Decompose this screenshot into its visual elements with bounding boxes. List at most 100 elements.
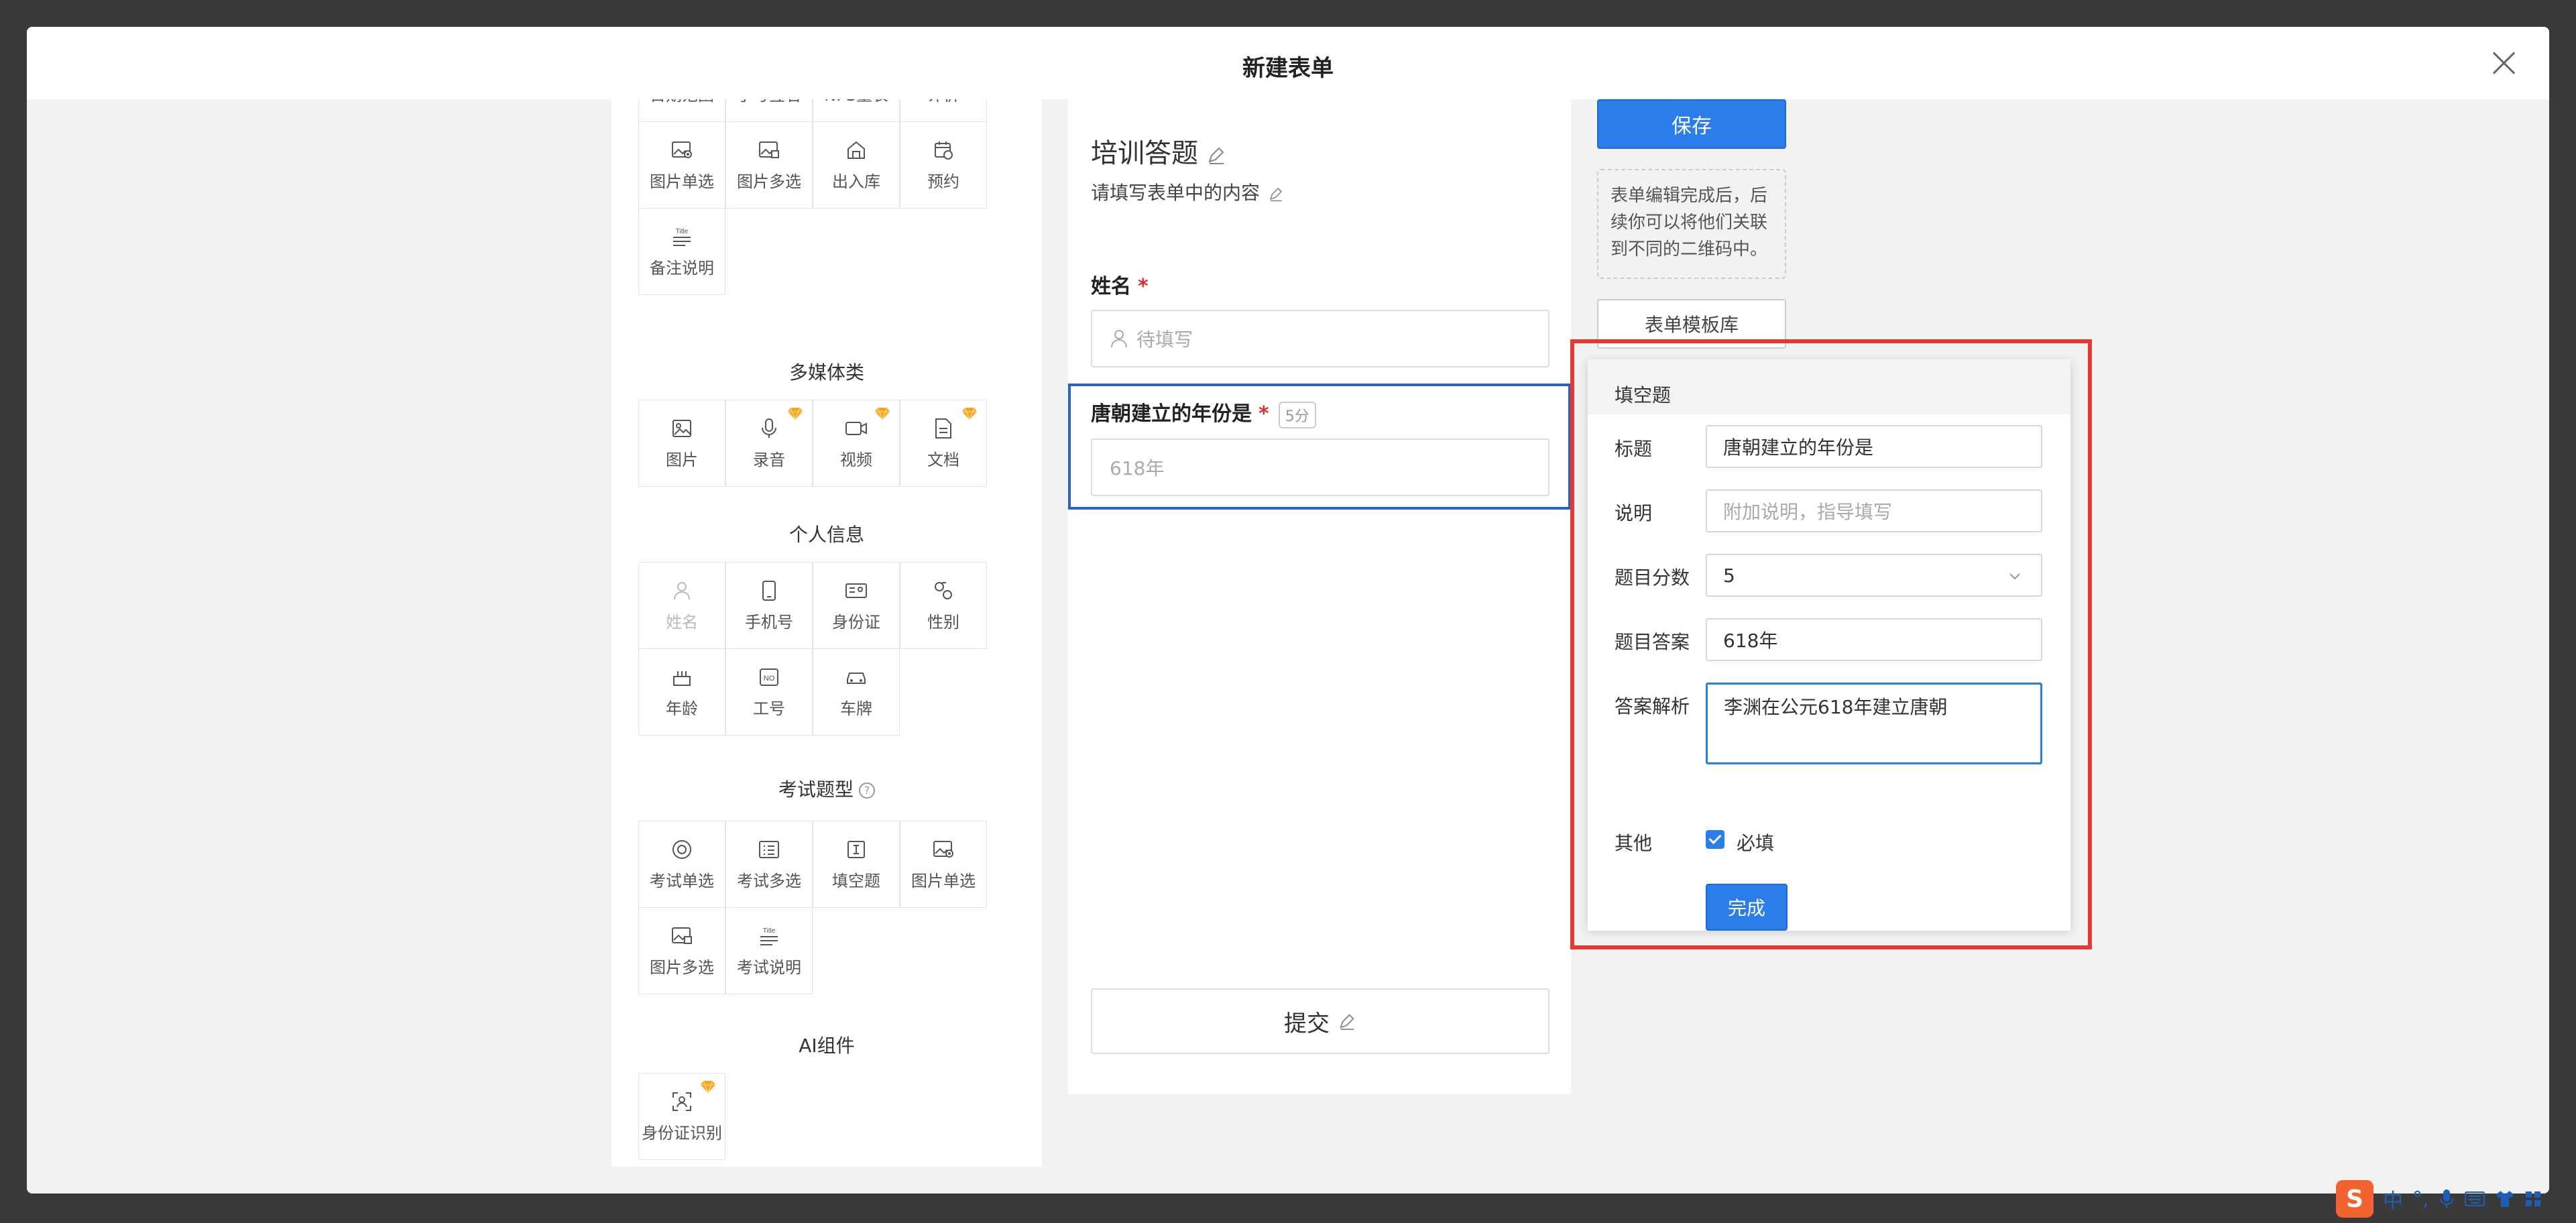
skin-shirt-icon[interactable] <box>2495 1189 2515 1208</box>
section-title-multimedia: 多媒体类 <box>788 361 864 384</box>
question-properties-panel: 填空题 标题 唐朝建立的年份是 说明 附加说明，指导填写 题目分数 5 题目答案… <box>1588 359 2070 931</box>
svg-text:Title: Title <box>763 927 776 935</box>
text-cursor-icon <box>845 838 868 861</box>
answer-input[interactable]: 618年 <box>1706 618 2042 661</box>
analysis-textarea[interactable]: 李渊在公元618年建立唐朝 <box>1706 683 2042 764</box>
palette-grid-personal: 姓名 手机号 身份证 性别 年龄 NO 工号 车牌 <box>638 562 987 736</box>
palette-item-signature[interactable]: 手写签名 <box>725 99 813 122</box>
image-icon <box>670 417 693 440</box>
score-badge: 5分 <box>1278 401 1316 428</box>
cake-icon <box>670 666 693 689</box>
svg-text:NO: NO <box>764 675 775 683</box>
ime-toolbar: S 中 °, <box>2336 1179 2542 1219</box>
form-canvas: 培训答题 请填写表单中的内容 姓名 * 待填写 唐朝建立的年份是 * 5分 618年 … <box>1068 99 1571 1094</box>
palette-item-phone[interactable]: 手机号 <box>725 562 813 649</box>
checklist-icon <box>758 838 780 861</box>
answer-label: 题目答案 <box>1615 631 1690 653</box>
question-label-name: 姓名 * <box>1091 275 1149 298</box>
image-checkbox-icon <box>670 925 693 947</box>
palette-item-image-single[interactable]: 图片单选 <box>638 121 725 209</box>
score-select[interactable]: 5 <box>1706 554 2042 597</box>
car-icon <box>845 666 868 689</box>
id-card-icon <box>845 579 868 602</box>
title-label: 标题 <box>1615 438 1653 460</box>
palette-item-exam-note[interactable]: Title 考试说明 <box>725 907 813 994</box>
save-button[interactable]: 保存 <box>1597 99 1786 149</box>
chevron-down-icon <box>2009 573 2020 580</box>
submit-button[interactable]: 提交 <box>1091 988 1549 1054</box>
ime-lang[interactable]: 中 <box>2383 1184 2403 1214</box>
palette-item-document[interactable]: 文档 <box>900 400 987 487</box>
score-label: 题目分数 <box>1615 567 1690 589</box>
name-field[interactable]: 待填写 <box>1091 310 1549 367</box>
palette-item-rating[interactable]: 评价 <box>900 99 987 122</box>
question-label-tang: 唐朝建立的年份是 * 5分 <box>1091 397 1316 428</box>
form-subtitle[interactable]: 请填写表单中的内容 <box>1091 178 1284 205</box>
ime-punctuation[interactable]: °, <box>2412 1187 2429 1211</box>
video-icon <box>845 417 868 440</box>
palette-item-fill-blank[interactable]: 填空题 <box>813 821 900 908</box>
microphone-icon[interactable] <box>2439 1188 2455 1210</box>
title-text-icon: Title <box>670 225 693 248</box>
required-checkbox[interactable] <box>1706 830 1724 849</box>
edit-pencil-icon[interactable] <box>1338 1012 1356 1031</box>
palette-item-nps[interactable]: NPS量表 <box>813 99 900 122</box>
close-icon[interactable] <box>2487 47 2520 79</box>
palette-item-employee-id[interactable]: NO 工号 <box>725 648 813 736</box>
modal-title: 新建表单 <box>1242 55 1334 82</box>
palette-item-image[interactable]: 图片 <box>638 400 725 487</box>
palette-item-gender[interactable]: 性别 <box>900 562 987 649</box>
image-radio-icon <box>670 139 693 162</box>
image-radio-icon <box>932 838 955 861</box>
palette-item-note[interactable]: Title 备注说明 <box>638 208 725 295</box>
palette-item-exam-image-multi[interactable]: 图片多选 <box>638 907 725 994</box>
edit-pencil-icon[interactable] <box>1206 145 1226 165</box>
palette-item-plate[interactable]: 车牌 <box>813 648 900 736</box>
palette-item-age[interactable]: 年龄 <box>638 648 725 736</box>
warehouse-icon <box>845 139 868 162</box>
palette-item-video[interactable]: 视频 <box>813 400 900 487</box>
document-icon <box>932 417 955 440</box>
title-text-icon: Title <box>758 925 780 947</box>
image-checkbox-icon <box>758 139 780 162</box>
help-icon[interactable]: ? <box>859 782 875 799</box>
palette-item-id-card[interactable]: 身份证 <box>813 562 900 649</box>
done-button[interactable]: 完成 <box>1706 884 1788 931</box>
description-input[interactable]: 附加说明，指导填写 <box>1706 489 2042 532</box>
title-input[interactable]: 唐朝建立的年份是 <box>1706 425 2042 468</box>
person-icon <box>670 579 693 602</box>
palette-item-id-ocr[interactable]: 身份证识别 <box>638 1073 725 1160</box>
form-title[interactable]: 培训答题 <box>1091 131 1226 170</box>
keyboard-icon[interactable] <box>2464 1190 2485 1208</box>
badge-no-icon: NO <box>758 666 780 689</box>
palette-item-exam-multi[interactable]: 考试多选 <box>725 821 813 908</box>
microphone-icon <box>758 417 780 440</box>
palette-grid-multimedia: 图片 录音 视频 文档 <box>638 400 987 487</box>
premium-gem-icon <box>875 407 890 420</box>
radio-icon <box>670 838 693 861</box>
palette-item-image-multi[interactable]: 图片多选 <box>725 121 813 209</box>
svg-text:Title: Title <box>676 228 689 235</box>
premium-gem-icon <box>701 1080 715 1094</box>
palette-item-exam-single[interactable]: 考试单选 <box>638 821 725 908</box>
palette-item-date-range[interactable]: 日期范围 <box>638 99 725 122</box>
component-palette: 日期范围 手写签名 NPS量表 评价 图片单选 图片多选 出入库 预约 Titl… <box>611 99 1042 1167</box>
palette-grid-ai: 身份证识别 <box>638 1073 987 1160</box>
modal-header: 新建表单 <box>27 27 2549 99</box>
description-label: 说明 <box>1615 502 1653 524</box>
person-icon <box>1111 330 1127 348</box>
palette-item-exam-image-single[interactable]: 图片单选 <box>900 821 987 908</box>
edit-pencil-icon[interactable] <box>1268 186 1284 202</box>
palette-item-booking[interactable]: 预约 <box>900 121 987 209</box>
palette-item-name: 姓名 <box>638 562 725 649</box>
palette-item-inventory[interactable]: 出入库 <box>813 121 900 209</box>
calendar-clock-icon <box>932 139 955 162</box>
answer-field[interactable]: 618年 <box>1091 439 1549 496</box>
sogou-logo-icon[interactable]: S <box>2336 1180 2374 1218</box>
required-label: 必填 <box>1737 832 1775 854</box>
palette-item-audio[interactable]: 录音 <box>725 400 813 487</box>
face-scan-icon <box>670 1090 693 1113</box>
grid-menu-icon[interactable] <box>2524 1190 2542 1208</box>
tip-box: 表单编辑完成后，后续你可以将他们关联到不同的二维码中。 <box>1597 169 1786 279</box>
palette-grid-exam: 考试单选 考试多选 填空题 图片单选 图片多选 Title 考试说明 <box>638 821 987 994</box>
